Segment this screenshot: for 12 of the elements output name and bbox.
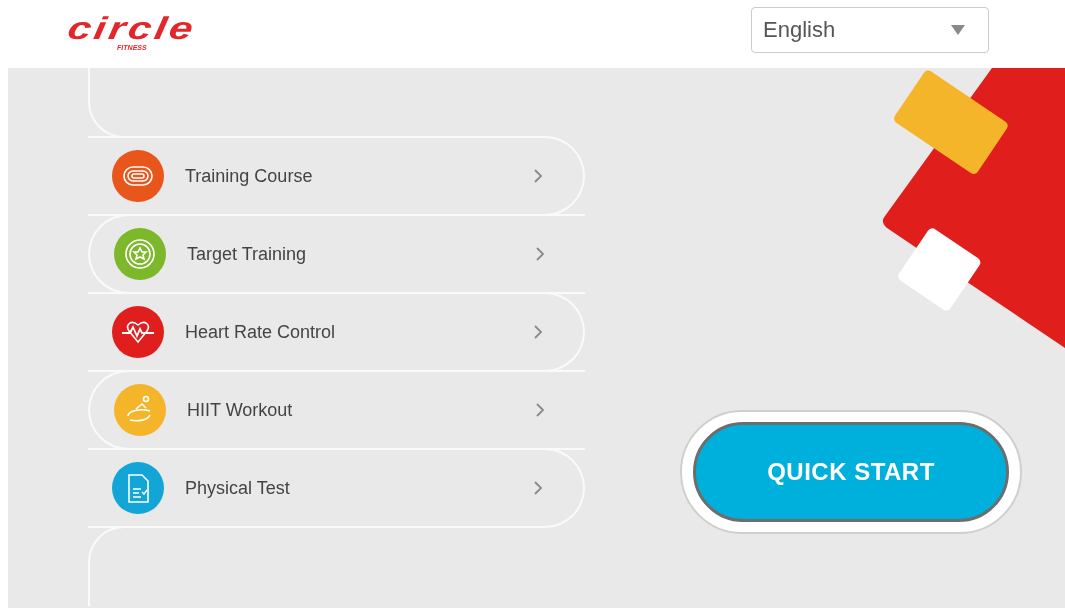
- menu-item[interactable]: Training Course: [88, 136, 585, 216]
- menu-item[interactable]: Physical Test: [88, 448, 585, 528]
- chevron-right-icon: [535, 402, 545, 418]
- chevron-right-icon: [533, 168, 543, 184]
- language-select[interactable]: English: [751, 7, 989, 53]
- chevron-right-icon: [533, 480, 543, 496]
- menu-item[interactable]: Target Training: [88, 214, 585, 294]
- caret-icon: [950, 24, 966, 36]
- menu-item[interactable]: HIIT Workout: [88, 370, 585, 450]
- menu-item[interactable]: Heart Rate Control: [88, 292, 585, 372]
- chevron-right-icon: [535, 246, 545, 262]
- chevron-right-icon: [533, 324, 543, 340]
